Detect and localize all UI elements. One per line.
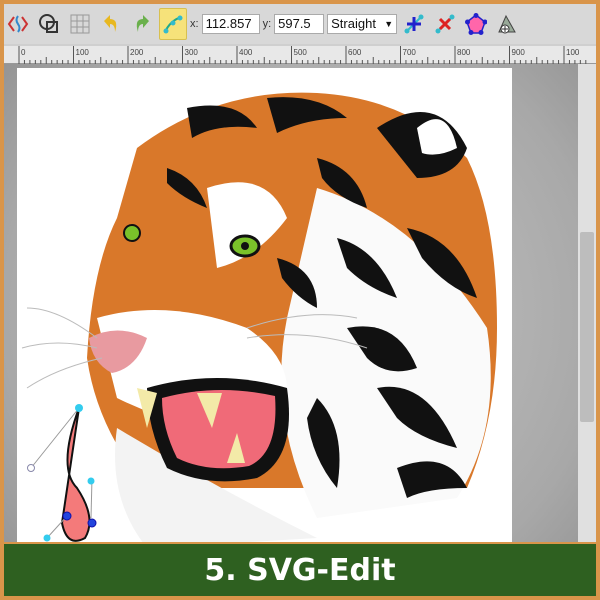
add-node-icon — [404, 14, 424, 34]
horizontal-ruler: 0 100 200 300 400 500 600 700 800 900 100 — [4, 46, 596, 64]
segment-type-select[interactable]: Straight ▼ — [327, 14, 398, 34]
delete-node-icon — [435, 14, 455, 34]
ruler-label: 400 — [239, 48, 253, 57]
ruler-label: 200 — [130, 48, 144, 57]
add-node-button[interactable] — [400, 8, 428, 40]
ruler-label: 800 — [457, 48, 471, 57]
path-node[interactable] — [75, 404, 83, 412]
segment-type-value: Straight — [331, 16, 376, 31]
ruler-label: 0 — [21, 48, 26, 57]
close-path-button[interactable] — [462, 8, 490, 40]
ruler-label: 500 — [294, 48, 308, 57]
y-coordinate-input[interactable]: 597.5 — [274, 14, 325, 34]
ruler-label: 700 — [403, 48, 417, 57]
ruler-label: 100 — [76, 48, 90, 57]
x-coordinate-input[interactable]: 112.857 — [201, 14, 260, 34]
add-subpath-button[interactable] — [493, 8, 521, 40]
vertical-scrollbar[interactable] — [578, 64, 596, 542]
drawing-page — [17, 68, 512, 542]
grid-icon — [70, 14, 90, 34]
clone-button[interactable] — [35, 8, 63, 40]
chevron-down-icon: ▼ — [384, 19, 394, 29]
grid-button[interactable] — [66, 8, 94, 40]
control-handle[interactable] — [87, 477, 95, 485]
control-handle[interactable] — [27, 464, 35, 472]
svg-edit-window: x: 112.857 y: 597.5 Straight ▼ 0 100 200 300… — [4, 4, 596, 542]
ruler-label: 300 — [185, 48, 199, 57]
close-path-icon — [465, 13, 488, 35]
node-edit-icon — [163, 15, 183, 34]
redo-button[interactable] — [128, 8, 156, 40]
ruler-label: 600 — [348, 48, 362, 57]
banner-title: 5. SVG-Edit — [204, 552, 396, 588]
control-handle[interactable] — [43, 534, 51, 542]
svg-source-button[interactable] — [4, 8, 32, 40]
tiger-illustration — [21, 92, 497, 542]
scrollbar-thumb[interactable] — [580, 232, 594, 422]
toolbar: x: 112.857 y: 597.5 Straight ▼ — [4, 4, 596, 44]
add-subpath-icon — [498, 14, 516, 34]
x-label: x: — [190, 18, 199, 30]
svg-source-icon — [7, 15, 29, 33]
undo-button[interactable] — [97, 8, 125, 40]
title-banner: 5. SVG-Edit — [4, 544, 596, 596]
y-label: y: — [262, 18, 272, 30]
undo-icon — [104, 15, 117, 32]
path-node[interactable] — [87, 518, 97, 528]
node-edit-button[interactable] — [159, 8, 187, 40]
ruler-label: 900 — [512, 48, 526, 57]
clone-icon — [39, 14, 58, 33]
path-node[interactable] — [62, 511, 72, 521]
ruler-label: 100 — [566, 48, 580, 57]
delete-node-button[interactable] — [431, 8, 459, 40]
canvas-area — [4, 64, 578, 542]
redo-icon — [136, 15, 149, 32]
